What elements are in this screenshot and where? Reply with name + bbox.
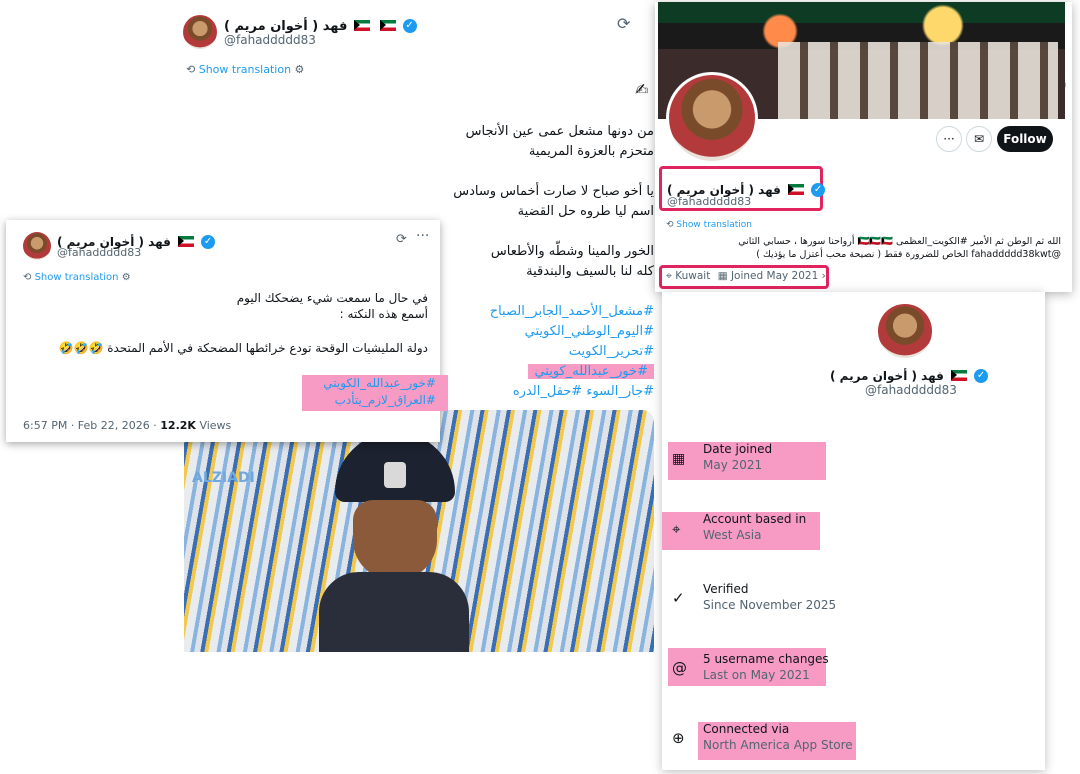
kuwait-flag-icon — [787, 184, 804, 195]
translate-icon: ⟲ — [666, 220, 674, 230]
tweet-timestamp[interactable]: 6:57 PM · Feb 22, 2026 — [23, 419, 150, 432]
tweet-line: في حال ما سمعت شيء يضحكك اليوم — [236, 291, 428, 305]
quoted-tweet-card[interactable]: ( أخوان مريم ) فهد ✓ @fahaddddd83 ⟳ ··· … — [6, 220, 448, 442]
more-options-icon[interactable]: ··· — [416, 228, 429, 244]
profile-handle[interactable]: @fahaddddd83 — [667, 195, 751, 208]
calendar-icon: ▦ — [672, 451, 686, 467]
tweet-meta: 6:57 PM · Feb 22, 2026 · 12.2K Views — [23, 419, 232, 432]
video-person — [319, 432, 469, 652]
kuwait-flag-icon — [379, 20, 396, 31]
about-item-title: Account based in — [703, 512, 807, 526]
tweet-text: في حال ما سمعت شيء يضحكك اليوم أسمع هذه … — [23, 290, 428, 322]
verified-check-icon: ✓ — [672, 589, 685, 607]
translate-icon: ⟲ — [186, 63, 196, 76]
gear-icon[interactable]: ⚙ — [295, 63, 305, 76]
video-watermark: ALZIADI — [192, 470, 255, 486]
calendar-icon: ▦ — [717, 270, 728, 282]
hashtag-link-highlighted[interactable]: #خور_عبدالله_كويتي — [440, 362, 654, 382]
verified-badge-icon: ✓ — [402, 18, 417, 33]
display-name: ( أخوان مريم ) فهد — [224, 19, 348, 34]
show-translation[interactable]: ⟲ Show translation ⚙ — [23, 272, 131, 283]
profile-hover-card[interactable]: ··· ✉ Follow ( أخوان مريم ) فهد ✓ @fahad… — [655, 2, 1072, 292]
bio-line: @fahaddddd38kwt الخاص للضرورة فقط ( نصيح… — [756, 249, 1061, 260]
tweet-line: اسم ليا طروه حل القضية — [517, 204, 654, 219]
location-pin-icon: ⌖ — [672, 520, 681, 538]
globe-icon: ⊕ — [672, 729, 685, 747]
profile-avatar[interactable] — [666, 72, 758, 164]
verified-badge-icon: ✓ — [201, 234, 216, 249]
bio-line: الله ثم الوطن ثم الأمير #الكويت_العظمى 🇰… — [738, 236, 1061, 247]
hashtag-link[interactable]: #تحرير_الكويت — [440, 342, 654, 362]
mouse-cursor-icon: ☝ — [1057, 72, 1067, 91]
profile-meta: ⌖ Kuwait ▦ Joined May 2021 › — [666, 270, 826, 283]
about-avatar[interactable] — [878, 304, 932, 358]
verified-badge-icon: ✓ — [974, 368, 989, 383]
about-item-value: May 2021 — [703, 458, 763, 472]
about-item-value: Last on May 2021 — [703, 668, 810, 682]
display-name: ( أخوان مريم ) فهد — [830, 369, 944, 383]
hashtag-list: #مشعل_الأحمد_الجابر_الصباح #اليوم_الوطني… — [440, 302, 654, 402]
about-item-title: Date joined — [703, 442, 773, 456]
hashtag-link[interactable]: #مشعل_الأحمد_الجابر_الصباح — [440, 302, 654, 322]
tweet-line: متحزم بالعزوة المريمية — [528, 144, 654, 159]
tweet-emoji: ✍ — [635, 80, 649, 99]
location-pin-icon: ⌖ — [666, 270, 672, 282]
views-label: Views — [199, 419, 232, 432]
about-item-title: Verified — [703, 582, 749, 596]
at-sign-icon: @ — [672, 659, 687, 677]
mail-icon: ✉ — [973, 132, 985, 146]
follow-button[interactable]: Follow — [997, 126, 1053, 152]
tweet-line: دولة المليشيات الوقحة تودع خرائطها المضح… — [58, 341, 428, 355]
grok-icon[interactable]: ⟳ — [617, 14, 630, 33]
about-handle: @fahaddddd83 — [865, 383, 957, 397]
profile-bio: الله ثم الوطن ثم الأمير #الكويت_العظمى 🇰… — [663, 235, 1061, 261]
author-name[interactable]: ( أخوان مريم ) فهد ✓ — [224, 15, 417, 34]
tweet-text: من دونها مشعل عمى عين الأنجاس متحزم بالع… — [440, 122, 654, 282]
avatar[interactable] — [23, 232, 51, 260]
gear-icon[interactable]: ⚙ — [122, 272, 131, 283]
kuwait-flag-icon — [354, 20, 371, 31]
message-button[interactable]: ✉ — [966, 126, 992, 152]
kuwait-flag-icon — [950, 370, 967, 381]
about-item-value: Since November 2025 — [703, 598, 837, 612]
hashtag-highlight-box: #خور_عبدالله_الكويتي #العراق_لازم_يتأدب — [302, 375, 448, 411]
tweet-line: من دونها مشعل عمى عين الأنجاس — [465, 124, 654, 139]
views-count: 12.2K — [160, 419, 196, 432]
about-name: ( أخوان مريم ) فهد ✓ — [830, 365, 989, 384]
more-options-button[interactable]: ··· — [936, 126, 962, 152]
show-translation[interactable]: ⟲ Show translation — [666, 220, 752, 230]
about-account-panel: ( أخوان مريم ) فهد ✓ @fahaddddd83 ▦ Date… — [662, 292, 1045, 770]
show-translation[interactable]: ⟲ Show translation ⚙ — [186, 63, 304, 76]
hashtag-link[interactable]: #العراق_لازم_يتأدب — [314, 392, 436, 409]
hashtag-link[interactable]: #جار_السوء #حقل_الدره — [440, 382, 654, 402]
hashtag-link[interactable]: #خور_عبدالله_الكويتي — [314, 375, 436, 392]
author-handle[interactable]: @fahaddddd83 — [224, 33, 316, 47]
about-item-value: North America App Store — [703, 738, 853, 752]
translate-icon: ⟲ — [23, 272, 32, 283]
about-item-value: West Asia — [703, 528, 762, 542]
grok-icon[interactable]: ⟳ — [396, 232, 407, 247]
hashtag-link[interactable]: #اليوم_الوطني_الكويتي — [440, 322, 654, 342]
about-item-title: Connected via — [703, 722, 790, 736]
tweet-line: الخور والمينا وشطّه والأطعاس — [490, 244, 654, 259]
avatar[interactable] — [183, 15, 217, 49]
tweet-line: كله لنا بالسيف والبندقية — [526, 264, 654, 279]
kuwait-flag-icon — [177, 236, 194, 247]
about-item-title: 5 username changes — [703, 652, 829, 666]
video-player[interactable]: ALZIADI — [184, 410, 654, 652]
tweet-line: يا أخو صباح لا صارت أخماس وسادس — [453, 184, 654, 199]
profile-joined: Joined May 2021 — [730, 270, 819, 282]
chevron-right-icon[interactable]: › — [822, 270, 826, 282]
verified-badge-icon: ✓ — [811, 182, 826, 197]
tweet-line: أسمع هذه النكته : — [339, 307, 428, 321]
author-handle[interactable]: @fahaddddd83 — [57, 246, 141, 259]
profile-location: Kuwait — [675, 270, 711, 282]
